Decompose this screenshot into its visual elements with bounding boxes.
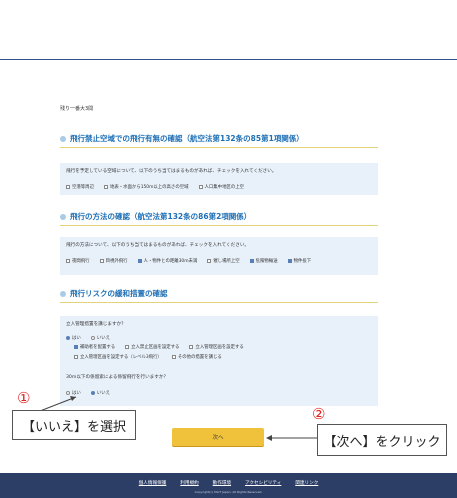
section1-option[interactable]: 地表・水面から150m以上の高さの空域 — [103, 184, 189, 190]
q1-no-radio[interactable]: いいえ — [90, 335, 110, 341]
footer-link[interactable]: アクセシビリティ — [245, 480, 281, 486]
checkbox-icon — [99, 259, 104, 263]
section2-option[interactable]: 夜間飛行 — [66, 258, 90, 264]
bullet-icon — [60, 135, 66, 142]
section1-option[interactable]: 空港等周辺 — [66, 184, 94, 190]
radio-selected-icon — [90, 391, 95, 395]
footer-link[interactable]: 利用規約 — [180, 480, 198, 486]
section1-option[interactable]: 人口集中地区の上空 — [198, 184, 245, 190]
section1-option-label: 人口集中地区の上空 — [204, 185, 245, 190]
section3-option-label: 立入管理区画を設定する — [195, 345, 244, 350]
checkbox-icon — [189, 345, 194, 349]
section3-option[interactable]: 立入管理区画を設定する（レベル3飛行） — [74, 354, 162, 360]
section3-option[interactable]: 立入管理区画を設定する — [189, 344, 244, 350]
next-button[interactable]: 次へ — [172, 428, 264, 446]
radio-icon — [90, 336, 95, 340]
bullet-icon — [60, 213, 66, 220]
section1-options: 空港等周辺 地表・水面から150m以上の高さの空域 人口集中地区の上空 — [66, 184, 372, 190]
section3-title: 飛行リスクの緩和措置の確認 — [60, 288, 168, 299]
checkbox-icon — [103, 185, 108, 189]
checkbox-icon — [74, 355, 78, 359]
footer-link[interactable]: 動作環境 — [213, 480, 231, 486]
footer-link[interactable]: 関連リンク — [295, 480, 318, 486]
q2-label: 30m以下の係留索による係留飛行を行いますか？ — [66, 375, 169, 380]
section2-question: 飛行の方法について、以下のうち当てはまるものがあれば、チェックを入れてください。 — [66, 243, 250, 248]
q2-yes-radio[interactable]: はい — [66, 390, 81, 396]
section1-title: 飛行禁止空域での飛行有無の確認（航空法第132条の85第1項関係） — [60, 133, 304, 144]
section3-option[interactable]: その他の措置を講じる — [171, 354, 222, 360]
callout-click-next: 【次へ】をクリック — [317, 424, 447, 456]
section1-title-text: 飛行禁止空域での飛行有無の確認（航空法第132条の85第1項関係） — [70, 134, 304, 143]
section3-option[interactable]: 立入禁止区画を設定する — [125, 344, 179, 350]
section3-option-label: 立入管理区画を設定する（レベル3飛行） — [80, 355, 162, 360]
checkbox-checked-icon — [287, 259, 292, 263]
checkbox-icon — [207, 259, 212, 263]
footer-links: 個人情報保護 利用規約 動作環境 アクセシビリティ 関連リンク — [0, 480, 457, 486]
checkbox-icon — [66, 185, 70, 189]
footer-link[interactable]: 個人情報保護 — [139, 480, 167, 486]
arrow-head-2 — [266, 435, 272, 441]
section2-option[interactable]: 目視外飛行 — [99, 258, 128, 264]
checkbox-icon — [198, 185, 203, 189]
section2-option-label: 夜間飛行 — [72, 259, 90, 264]
section2-option-label: 催し場所上空 — [213, 259, 240, 264]
section2-option[interactable]: 催し場所上空 — [207, 258, 240, 264]
section2-option[interactable]: 物件投下 — [287, 258, 312, 264]
q1-radios: はい いいえ — [66, 335, 372, 341]
checkbox-icon — [125, 345, 130, 349]
checkbox-checked-icon — [74, 345, 78, 349]
section3-option[interactable]: 補助者を配置する — [74, 344, 115, 350]
section3-title-text: 飛行リスクの緩和措置の確認 — [70, 289, 168, 298]
section1-panel: 飛行を予定している空域について、以下のうち当てはまるものがあれば、チェックを入れ… — [60, 163, 378, 195]
radio-selected-icon — [66, 336, 70, 340]
annotation-number-1: ① — [17, 389, 31, 407]
callout-select-no: 【いいえ】を選択 — [12, 410, 136, 440]
divider — [60, 147, 378, 148]
q1-yes-radio[interactable]: はい — [66, 335, 81, 341]
progress-text: 残り一番大3間 — [60, 106, 94, 112]
q2-radios: はい いいえ — [66, 390, 372, 396]
section3-panel: 立入管理措置を講じますか？ はい いいえ 補助者を配置する 立入禁止区画を設定する… — [60, 316, 378, 406]
section1-option-label: 空港等周辺 — [72, 185, 94, 190]
section2-panel: 飛行の方法について、以下のうち当てはまるものがあれば、チェックを入れてください。… — [60, 237, 378, 275]
section3-option-label: 補助者を配置する — [80, 345, 116, 350]
checkbox-checked-icon — [249, 259, 254, 263]
radio-icon — [66, 391, 70, 395]
section2-option-label: 人・物件との距離30m未満 — [143, 259, 198, 264]
copyright: Copyright(c) MLIT Japan. All Rights Rese… — [194, 490, 263, 494]
checkbox-icon — [66, 259, 70, 263]
q2-no-radio[interactable]: いいえ — [90, 390, 110, 396]
section3-option-label: 立入禁止区画を設定する — [131, 345, 180, 350]
section1-option-label: 地表・水面から150m以上の高さの空域 — [109, 185, 189, 190]
section2-title-text: 飛行の方法の確認（航空法第132条の86第2項関係） — [70, 212, 252, 221]
q1-sub-options: 補助者を配置する 立入禁止区画を設定する 立入管理区画を設定する立入管理区画を設定す… — [66, 344, 336, 360]
section2-title: 飛行の方法の確認（航空法第132条の86第2項関係） — [60, 211, 251, 222]
section2-option-label: 物件投下 — [293, 259, 312, 264]
section2-option[interactable]: 危険物輸送 — [249, 258, 278, 264]
section3-option-label: その他の措置を講じる — [177, 355, 222, 360]
bullet-icon — [60, 290, 66, 297]
section1-question: 飛行を予定している空域について、以下のうち当てはまるものがあれば、チェックを入れ… — [66, 169, 277, 174]
checkbox-checked-icon — [137, 259, 142, 263]
divider — [60, 302, 378, 303]
section2-options: 夜間飛行 目視外飛行 人・物件との距離30m未満 催し場所上空 危険物輸送 物件投下 — [66, 258, 372, 264]
divider — [60, 225, 378, 226]
section2-option-label: 目視外飛行 — [105, 259, 128, 264]
checkbox-icon — [171, 355, 176, 359]
header-bar — [0, 0, 457, 60]
section2-option[interactable]: 人・物件との距離30m未満 — [137, 258, 198, 264]
annotation-number-2: ② — [312, 405, 326, 423]
q1-label: 立入管理措置を講じますか？ — [66, 322, 126, 327]
section2-option-label: 危険物輸送 — [255, 259, 278, 264]
